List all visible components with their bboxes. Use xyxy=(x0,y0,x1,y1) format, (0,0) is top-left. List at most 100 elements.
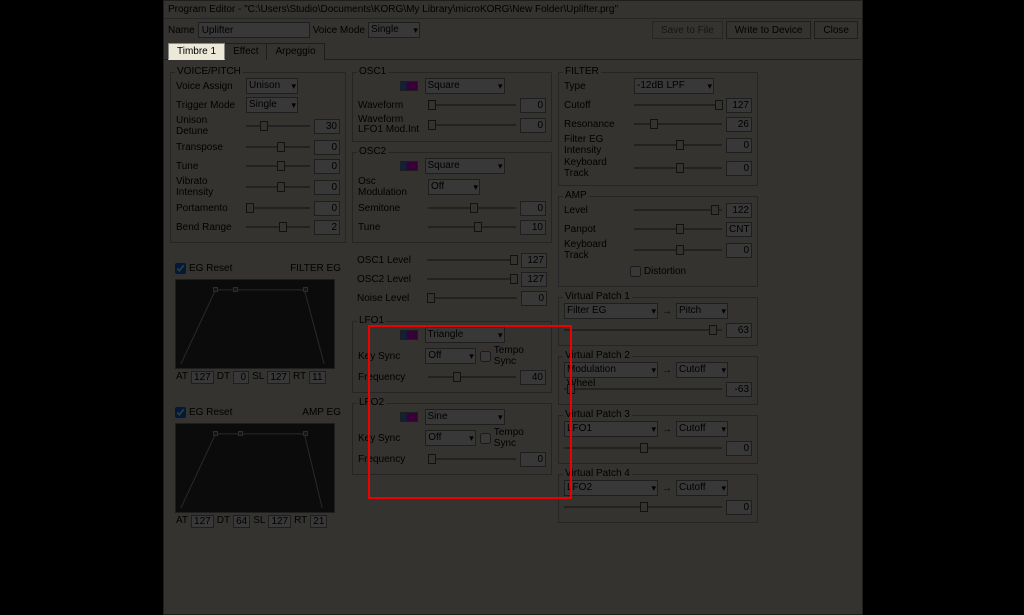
panpot-slider[interactable] xyxy=(634,222,722,236)
vibrato-value: 0 xyxy=(314,180,340,195)
osc2-title: OSC2 xyxy=(357,146,388,157)
save-to-file-button[interactable]: Save to File xyxy=(652,21,723,39)
distortion-label: Distortion xyxy=(644,266,686,277)
osc2-wave-select[interactable]: Square xyxy=(425,158,505,174)
amp-eg-values: AT127 DT64 SL127 RT21 xyxy=(175,515,341,528)
noise-level-slider[interactable] xyxy=(427,291,517,305)
filter-eg-reset-checkbox[interactable]: EG Reset xyxy=(175,263,232,274)
lfo2-temposync-checkbox[interactable]: Tempo Sync xyxy=(480,427,546,449)
vp3-value: 0 xyxy=(726,441,752,456)
window-title: Program Editor - "C:\Users\Studio\Docume… xyxy=(164,1,862,19)
vp1-source-select[interactable]: Filter EG xyxy=(564,303,658,319)
osc1-wave-select[interactable]: Square xyxy=(425,78,505,94)
vibrato-slider[interactable] xyxy=(246,180,310,194)
portamento-slider[interactable] xyxy=(246,201,310,215)
amp-eg-graph[interactable] xyxy=(175,423,335,513)
osc1-waveform-value: 0 xyxy=(520,98,546,113)
distortion-checkbox[interactable]: Distortion xyxy=(630,266,686,277)
bend-range-value: 2 xyxy=(314,220,340,235)
osc1-waveform-slider[interactable] xyxy=(428,98,516,112)
osc2-semitone-slider[interactable] xyxy=(428,201,516,215)
lfo2-freq-value: 0 xyxy=(520,452,546,467)
amp-title: AMP xyxy=(563,190,589,201)
lfo2-wave-select[interactable]: Sine xyxy=(425,409,505,425)
filter-group: FILTER Type-12dB LPF Cutoff127 Resonance… xyxy=(558,72,758,186)
vp3-slider[interactable] xyxy=(564,441,722,455)
vp2-slider[interactable] xyxy=(564,382,722,396)
vp1-dest-select[interactable]: Pitch xyxy=(676,303,728,319)
resonance-slider[interactable] xyxy=(634,117,722,131)
tab-timbre1[interactable]: Timbre 1 xyxy=(168,43,225,60)
lfo2-freq-slider[interactable] xyxy=(428,452,516,466)
arrow-icon: → xyxy=(662,365,672,376)
vp3-source-select[interactable]: LFO1 xyxy=(564,421,658,437)
osc1-lfo1mod-slider[interactable] xyxy=(428,118,516,132)
voice-mode-select[interactable]: Single xyxy=(368,22,420,38)
program-editor-window: Program Editor - "C:\Users\Studio\Docume… xyxy=(163,0,863,615)
filter-kbtrack-value: 0 xyxy=(726,161,752,176)
amp-kbtrack-slider[interactable] xyxy=(634,243,722,257)
vp2-source-select[interactable]: Modulation Wheel xyxy=(564,362,658,378)
vp3-dest-select[interactable]: Cutoff xyxy=(676,421,728,437)
filter-type-select[interactable]: -12dB LPF xyxy=(634,78,714,94)
osc-mod-label: Osc Modulation xyxy=(358,176,424,198)
osc2-tune-value: 10 xyxy=(520,220,546,235)
lfo2-keysync-label: Key Sync xyxy=(358,433,421,444)
amp-eg-reset-checkbox[interactable]: EG Reset xyxy=(175,407,232,418)
vp2-dest-select[interactable]: Cutoff xyxy=(676,362,728,378)
voice-mode-label: Voice Mode xyxy=(313,25,365,36)
osc1-lfo1mod-value: 0 xyxy=(520,118,546,133)
amp-level-slider[interactable] xyxy=(634,203,722,217)
filter-title: FILTER xyxy=(563,66,601,77)
unison-detune-slider[interactable] xyxy=(246,119,310,133)
vp1-title: Virtual Patch 1 xyxy=(563,291,632,302)
vibrato-label: Vibrato Intensity xyxy=(176,176,242,198)
vp4-slider[interactable] xyxy=(564,500,722,514)
trigger-mode-select[interactable]: Single xyxy=(246,97,298,113)
osc2-semitone-label: Semitone xyxy=(358,203,424,214)
transpose-slider[interactable] xyxy=(246,140,310,154)
amp-level-label: Level xyxy=(564,205,630,216)
tab-bar: Timbre 1 Effect Arpeggio xyxy=(164,41,862,60)
arrow-icon: → xyxy=(662,424,672,435)
tab-arpeggio[interactable]: Arpeggio xyxy=(266,43,324,60)
vp4-dest-select[interactable]: Cutoff xyxy=(676,480,728,496)
cutoff-slider[interactable] xyxy=(634,98,722,112)
name-input[interactable] xyxy=(198,22,310,38)
lfo1-freq-value: 40 xyxy=(520,370,546,385)
write-to-device-button[interactable]: Write to Device xyxy=(726,21,812,39)
cutoff-label: Cutoff xyxy=(564,100,630,111)
vp4-source-select[interactable]: LFO2 xyxy=(564,480,658,496)
close-button[interactable]: Close xyxy=(814,21,858,39)
lfo1-temposync-label: Tempo Sync xyxy=(494,345,546,367)
osc1-level-slider[interactable] xyxy=(427,253,517,267)
filter-eg-graph[interactable] xyxy=(175,279,335,369)
filter-eg-intensity-slider[interactable] xyxy=(634,138,722,152)
tab-effect[interactable]: Effect xyxy=(224,43,267,60)
bend-range-slider[interactable] xyxy=(246,220,310,234)
lfo2-group: LFO2 Sine Key SyncOffTempo Sync Frequenc… xyxy=(352,403,552,475)
toolbar: Name Voice Mode Single Save to File Writ… xyxy=(164,19,862,41)
lfo2-keysync-select[interactable]: Off xyxy=(425,430,476,446)
filter-kbtrack-slider[interactable] xyxy=(634,161,722,175)
cutoff-value: 127 xyxy=(726,98,752,113)
lfo1-freq-slider[interactable] xyxy=(428,370,516,384)
vp1-slider[interactable] xyxy=(564,323,722,337)
vp4-value: 0 xyxy=(726,500,752,515)
lfo1-keysync-select[interactable]: Off xyxy=(425,348,476,364)
lfo1-temposync-checkbox[interactable]: Tempo Sync xyxy=(480,345,546,367)
osc2-level-value: 127 xyxy=(521,272,547,287)
portamento-value: 0 xyxy=(314,201,340,216)
osc1-level-value: 127 xyxy=(521,253,547,268)
lfo1-keysync-label: Key Sync xyxy=(358,351,421,362)
lfo2-temposync-label: Tempo Sync xyxy=(494,427,546,449)
filter-eg-reset-label: EG Reset xyxy=(189,263,232,274)
square-wave-icon xyxy=(400,81,418,91)
voice-assign-select[interactable]: Unison xyxy=(246,78,298,94)
osc2-tune-slider[interactable] xyxy=(428,220,516,234)
square-wave-icon xyxy=(400,161,418,171)
tune-slider[interactable] xyxy=(246,159,310,173)
osc-mod-select[interactable]: Off xyxy=(428,179,480,195)
lfo1-wave-select[interactable]: Triangle xyxy=(425,327,505,343)
osc2-level-slider[interactable] xyxy=(427,272,517,286)
